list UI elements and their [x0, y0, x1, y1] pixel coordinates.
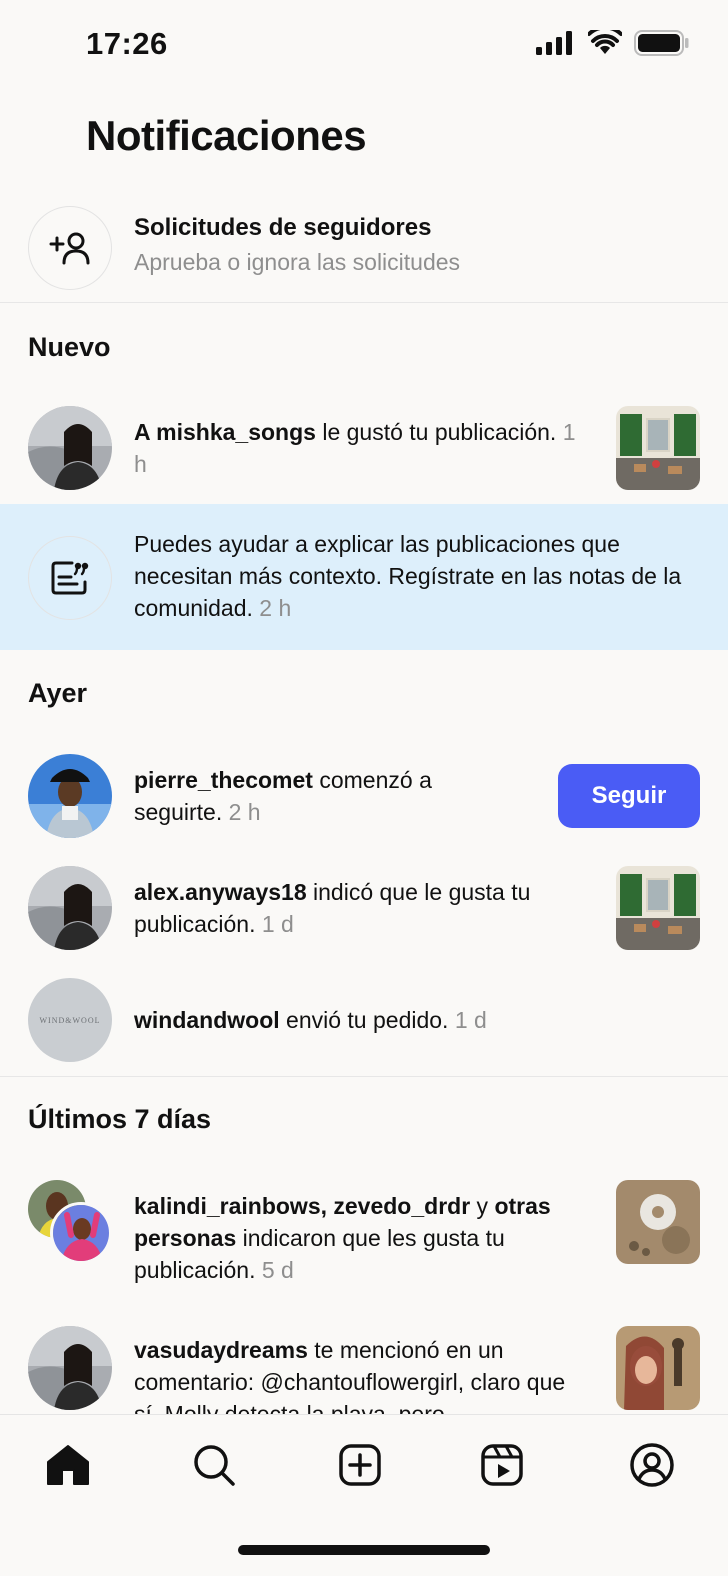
notification-message: envió tu pedido. [279, 1007, 449, 1033]
avatar[interactable] [28, 866, 112, 950]
notification-text: kalindi_rainbows, zevedo_drdr y otras pe… [134, 1190, 594, 1286]
notification-user[interactable]: vasudaydreams [134, 1337, 308, 1363]
section-heading-last-7-days: Últimos 7 días [28, 1104, 212, 1134]
reels-icon [481, 1444, 523, 1486]
community-notes-icon-circle [28, 536, 112, 620]
avatar[interactable] [28, 1326, 112, 1410]
notification-time: 5 d [255, 1257, 294, 1283]
notification-time: 1 d [448, 1007, 487, 1033]
notification-row[interactable]: alex.anyways18 indicó que le gusta tu pu… [0, 866, 728, 950]
profile-icon [630, 1443, 674, 1487]
tab-reels[interactable] [470, 1433, 534, 1497]
avatar[interactable] [28, 754, 112, 838]
add-person-icon [49, 232, 90, 265]
notification-text: Puedes ayudar a explicar las publicacion… [134, 528, 694, 624]
page-title: Notificaciones [86, 112, 367, 159]
follow-requests-row[interactable]: Solicitudes de seguidores Aprueba o igno… [0, 200, 728, 302]
notification-text: pierre_thecomet comenzó a seguirte. 2 h [134, 764, 514, 828]
section-heading-yesterday: Ayer [28, 678, 88, 708]
status-bar: 17:26 [0, 0, 728, 96]
follow-button[interactable]: Seguir [558, 764, 700, 828]
notification-row[interactable]: A mishka_songs le gustó tu publicación. … [0, 406, 728, 490]
follow-requests-subtitle: Aprueba o ignora las solicitudes [134, 249, 461, 275]
follow-requests-title: Solicitudes de seguidores [134, 214, 432, 241]
community-notes-icon [51, 561, 89, 595]
notification-time: 1 d [255, 911, 294, 937]
notifications-list[interactable]: Solicitudes de seguidores Aprueba o igno… [0, 200, 728, 1422]
status-time: 17:26 [86, 26, 168, 61]
notification-row[interactable]: pierre_thecomet comenzó a seguirte. 2 h … [0, 754, 728, 838]
wifi-icon [588, 30, 622, 54]
notification-time: 2 h [222, 799, 261, 825]
notification-message: Puedes ayudar a explicar las publicacion… [134, 531, 682, 621]
notification-time: 2 h [252, 595, 292, 621]
post-thumbnail[interactable] [616, 866, 700, 950]
section-heading-new: Nuevo [28, 332, 111, 362]
avatar[interactable] [28, 406, 112, 490]
notification-text: windandwool envió tu pedido. 1 d [134, 1004, 594, 1036]
notification-connector: y [470, 1193, 495, 1219]
home-icon [47, 1445, 89, 1485]
divider [0, 302, 728, 303]
follow-requests-icon-circle [28, 206, 112, 290]
notification-message: le gustó tu publicación. [315, 419, 557, 445]
tab-home[interactable] [36, 1433, 100, 1497]
notification-text: A mishka_songs le gustó tu publicación. … [134, 416, 594, 480]
tab-create[interactable] [328, 1433, 392, 1497]
notification-text: alex.anyways18 indicó que le gusta tu pu… [134, 876, 594, 940]
post-thumbnail[interactable] [616, 1180, 700, 1264]
notification-row[interactable]: kalindi_rainbows, zevedo_drdr y otras pe… [0, 1180, 728, 1292]
notification-text: vasudaydreams te mencionó en un comentar… [134, 1334, 594, 1422]
notification-user[interactable]: A mishka_songs [134, 419, 316, 445]
avatar[interactable]: WIND&WOOL [28, 978, 112, 1062]
notification-user[interactable]: windandwool [134, 1007, 280, 1033]
divider [0, 1076, 728, 1077]
notification-row[interactable]: WIND&WOOL windandwool envió tu pedido. 1… [0, 978, 728, 1062]
post-thumbnail[interactable] [616, 1326, 700, 1410]
tab-search[interactable] [182, 1433, 246, 1497]
battery-icon [634, 30, 689, 56]
avatar[interactable] [50, 1202, 112, 1264]
notification-user[interactable]: pierre_thecomet [134, 767, 313, 793]
community-notes-row[interactable]: Puedes ayudar a explicar las publicacion… [0, 504, 728, 650]
home-indicator[interactable] [238, 1545, 490, 1555]
tab-profile[interactable] [620, 1433, 684, 1497]
notification-row[interactable]: vasudaydreams te mencionó en un comentar… [0, 1326, 728, 1422]
cellular-signal-icon [536, 31, 572, 55]
avatar-logo-text: WIND&WOOL [39, 1015, 101, 1025]
status-icons [536, 30, 690, 56]
create-icon [339, 1444, 381, 1486]
search-icon [194, 1445, 235, 1486]
notification-user[interactable]: kalindi_rainbows, zevedo_drdr [134, 1193, 470, 1219]
notification-user[interactable]: alex.anyways18 [134, 879, 307, 905]
post-thumbnail[interactable] [616, 406, 700, 490]
